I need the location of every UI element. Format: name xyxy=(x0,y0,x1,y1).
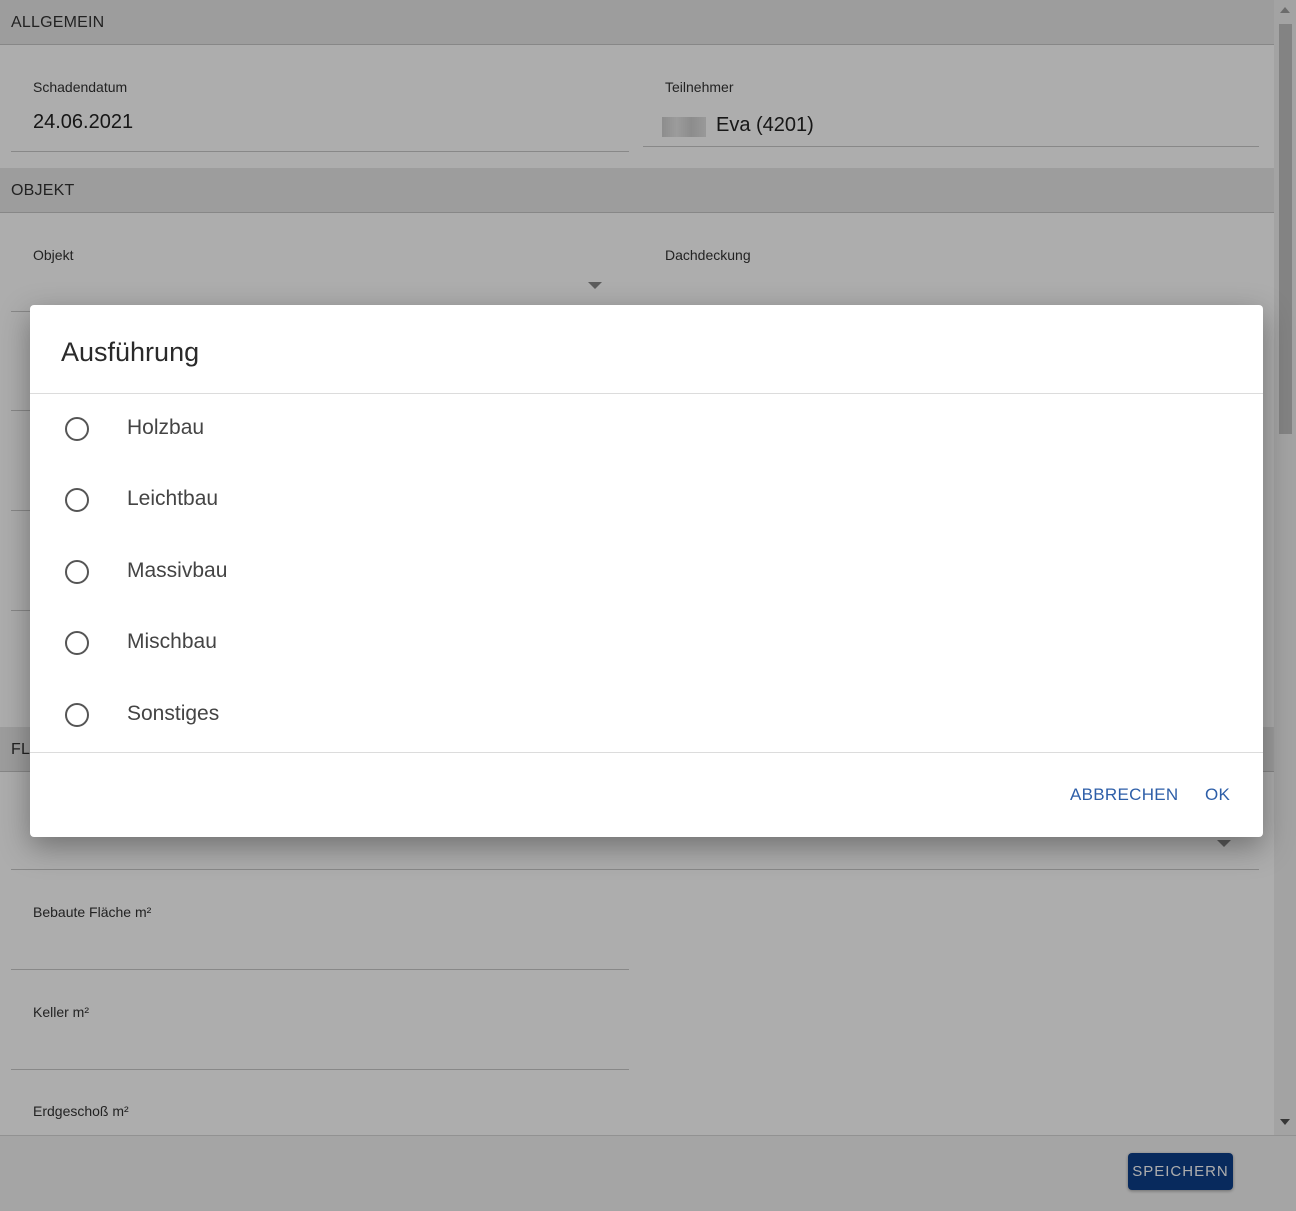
radio-option-massivbau[interactable]: Massivbau xyxy=(30,545,1263,605)
radio-option-label: Leichtbau xyxy=(127,487,219,510)
dialog-divider xyxy=(30,752,1263,753)
radio-option-holzbau[interactable]: Holzbau xyxy=(30,402,1263,462)
radio-button-icon[interactable] xyxy=(65,488,89,512)
radio-option-label: Mischbau xyxy=(127,630,217,653)
dialog-divider xyxy=(30,393,1263,394)
radio-button-icon[interactable] xyxy=(65,631,89,655)
radio-button-icon[interactable] xyxy=(65,560,89,584)
radio-option-label: Sonstiges xyxy=(127,702,220,725)
radio-option-label: Massivbau xyxy=(127,559,228,582)
ok-button[interactable]: OK xyxy=(1205,785,1230,805)
radio-button-icon[interactable] xyxy=(65,417,89,441)
radio-button-icon[interactable] xyxy=(65,703,89,727)
radio-option-mischbau[interactable]: Mischbau xyxy=(30,616,1263,676)
ausfuehrung-dialog: Ausführung Holzbau Leichtbau Massivbau M… xyxy=(30,305,1263,837)
radio-option-leichtbau[interactable]: Leichtbau xyxy=(30,473,1263,533)
radio-option-label: Holzbau xyxy=(127,416,205,439)
dialog-title: Ausführung xyxy=(61,337,200,367)
cancel-button[interactable]: ABBRECHEN xyxy=(1070,785,1179,805)
radio-option-sonstiges[interactable]: Sonstiges xyxy=(30,688,1263,748)
